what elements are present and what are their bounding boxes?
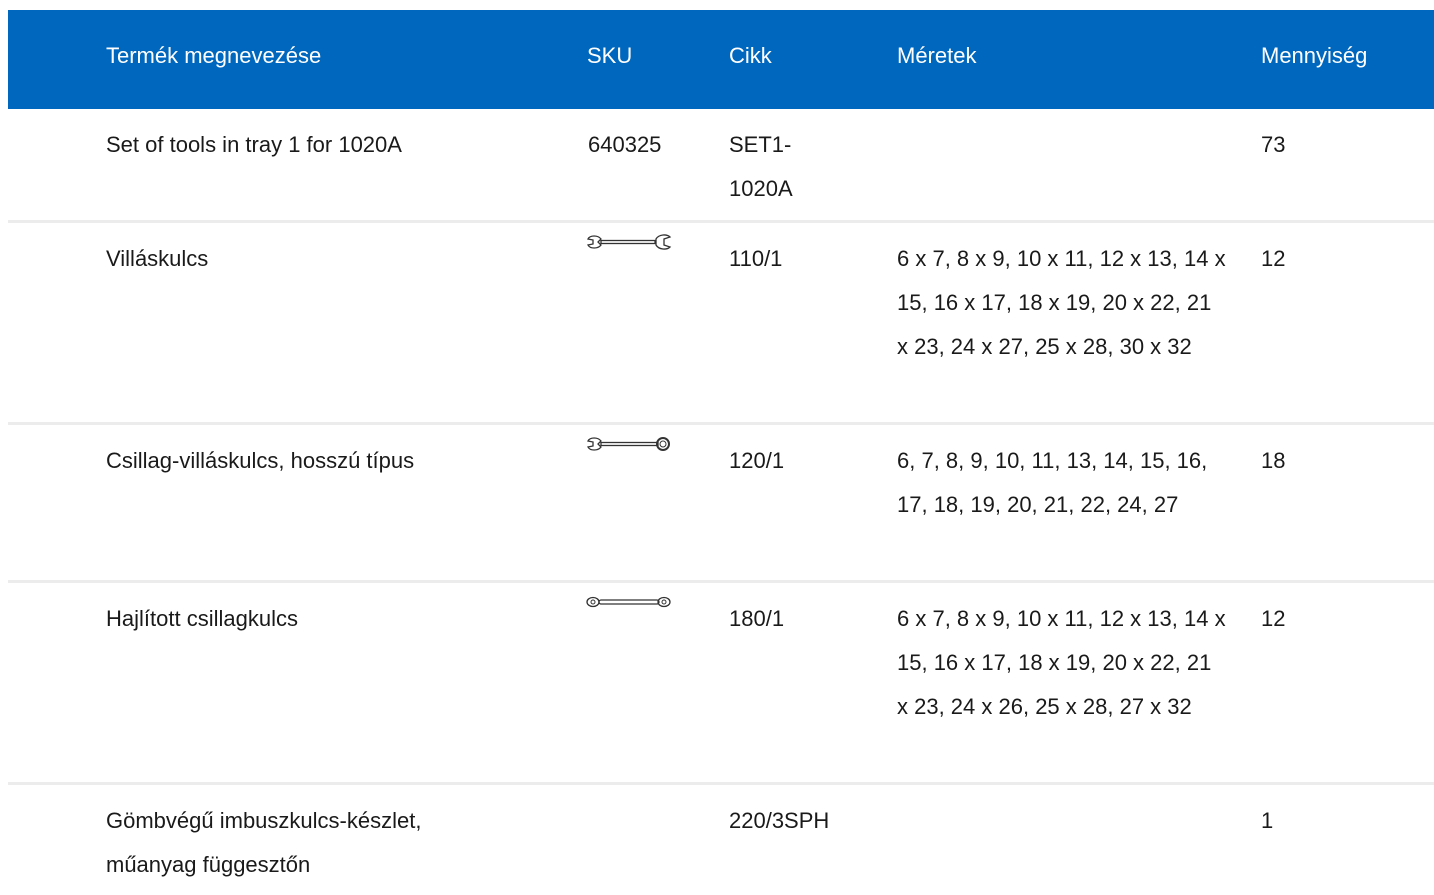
header-cikk[interactable]: Cikk [729, 42, 772, 70]
product-name[interactable]: Gömbvégű imbuszkulcs-készlet, műanyag fü… [106, 799, 466, 887]
table-header: Termék megnevezése SKU Cikk Méretek Menn… [8, 10, 1434, 109]
ring-wrench-icon [586, 596, 671, 608]
header-sku[interactable]: SKU [587, 42, 632, 70]
product-sizes: 6, 7, 8, 9, 10, 11, 13, 14, 15, 16, 17, … [897, 448, 1208, 517]
product-quantity: 18 [1261, 448, 1286, 473]
product-sizes: 6 x 7, 8 x 9, 10 x 11, 12 x 13, 14 x 15,… [897, 606, 1226, 719]
table-row: Set of tools in tray 1 for 1020A 640325 … [8, 109, 1434, 223]
product-sku: 640325 [588, 132, 662, 157]
product-name[interactable]: Hajlított csillagkulcs [106, 597, 576, 641]
product-name[interactable]: Villáskulcs [106, 237, 576, 281]
table-row: Hajlított csillagkulcs 180/1 6 x 7, 8 x … [8, 583, 1434, 785]
product-name[interactable]: Csillag-villáskulcs, hosszú típus [106, 439, 576, 483]
product-quantity: 12 [1261, 606, 1286, 631]
product-cikk: 180/1 [729, 606, 785, 631]
header-product-name[interactable]: Termék megnevezése [106, 42, 321, 70]
table-row: Csillag-villáskulcs, hosszú típus 120/1 … [8, 425, 1434, 583]
product-table: Termék megnevezése SKU Cikk Méretek Menn… [8, 10, 1434, 895]
product-cikk: 220/3SPH [729, 808, 830, 833]
product-quantity: 1 [1261, 808, 1274, 833]
product-sizes: 6 x 7, 8 x 9, 10 x 11, 12 x 13, 14 x 15,… [897, 246, 1226, 359]
product-name[interactable]: Set of tools in tray 1 for 1020A [106, 123, 576, 167]
product-cikk: 120/1 [729, 448, 785, 473]
table-row: Villáskulcs 110/1 6 x 7, 8 x 9, 10 x 11,… [8, 223, 1434, 425]
product-cikk: SET1- 1020A [729, 132, 793, 201]
open-end-wrench-icon [587, 234, 672, 250]
header-meretek[interactable]: Méretek [897, 42, 976, 70]
header-quantity[interactable]: Mennyiség [1261, 42, 1367, 70]
combination-wrench-icon [587, 437, 670, 451]
product-quantity: 73 [1261, 132, 1286, 157]
product-cikk: 110/1 [729, 246, 783, 271]
product-quantity: 12 [1261, 246, 1286, 271]
table-row: Gömbvégű imbuszkulcs-készlet, műanyag fü… [8, 785, 1434, 895]
